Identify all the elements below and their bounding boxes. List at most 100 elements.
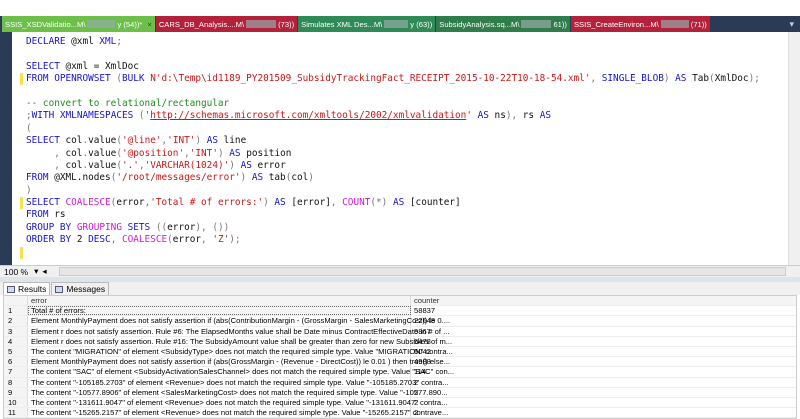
- row-number[interactable]: 7: [4, 367, 28, 377]
- table-row[interactable]: 7 The content "SAC" of element <SubsidyAc…: [4, 367, 796, 378]
- row-number[interactable]: 6: [4, 357, 28, 367]
- document-tab[interactable]: CARS_DB_Analysis....M\ (73)): [155, 16, 298, 32]
- horizontal-scrollbar[interactable]: [58, 267, 786, 276]
- code-line: [20, 246, 760, 259]
- error-cell[interactable]: Element MonthlyPayment does not satisfy …: [28, 357, 450, 367]
- code-token: ),: [505, 110, 523, 122]
- error-cell[interactable]: The content "MIGRATION" of element <Subs…: [28, 346, 453, 357]
- code-line: FROM rs: [26, 209, 760, 221]
- code-token: 'Total # of errors:': [150, 197, 264, 209]
- table-row[interactable]: 3 Element r does not satisfy assertion. R…: [4, 326, 796, 337]
- code-token: @xml = XmlDoc: [65, 60, 139, 72]
- counter-cell[interactable]: 114: [411, 367, 471, 376]
- column-header-error[interactable]: error: [28, 296, 411, 306]
- code-token: col: [65, 159, 83, 171]
- code-token: XMLNAMESPACES: [59, 110, 139, 122]
- counter-cell[interactable]: 5042: [411, 347, 471, 356]
- document-tab[interactable]: SubsidyAnalysis.sq...M\ 61)): [436, 16, 570, 32]
- column-header-counter[interactable]: counter: [411, 296, 471, 305]
- row-number[interactable]: 8: [4, 377, 28, 387]
- code-token: SELECT: [26, 197, 66, 209]
- code-line: ORDER BY 2 DESC, COALESCE(error, 'Z');: [26, 234, 760, 246]
- error-cell[interactable]: Element MonthlyPayment does not satisfy …: [28, 316, 450, 326]
- code-token: COUNT: [342, 197, 371, 209]
- tab-results[interactable]: Results: [3, 282, 51, 295]
- counter-cell[interactable]: 2: [411, 398, 471, 407]
- sql-code[interactable]: DECLARE @xml XML; SELECT @xml = XmlDoc FRO…: [20, 36, 760, 259]
- row-number-header: [4, 296, 28, 306]
- grid-icon: [7, 285, 15, 293]
- row-number[interactable]: 4: [4, 336, 28, 346]
- code-line: , col.value('@position','INT') AS positi…: [26, 148, 760, 160]
- error-cell[interactable]: The content "-105185.2703" of element <R…: [28, 377, 449, 387]
- change-marker: [20, 73, 23, 86]
- scroll-left-icon[interactable]: ◂: [42, 266, 46, 277]
- query-editor[interactable]: DECLARE @xml XML; SELECT @xml = XmlDoc FRO…: [0, 32, 800, 265]
- counter-cell[interactable]: 2: [411, 388, 471, 397]
- error-cell[interactable]: The content "SAC" of element <SubsidyAct…: [28, 367, 454, 377]
- document-tab[interactable]: SSIS_CreateEnviron...M\ (71)): [570, 16, 710, 32]
- tab-suffix: (71)): [690, 19, 707, 29]
- table-row[interactable]: 5 The content "MIGRATION" of element <Sub…: [4, 346, 796, 358]
- zoom-select[interactable]: 100 %: [4, 267, 28, 277]
- counter-cell[interactable]: 2: [411, 378, 471, 387]
- tab-suffix: y (63)): [410, 19, 433, 29]
- counter-cell[interactable]: 9867: [411, 327, 471, 336]
- code-token: ((: [155, 221, 168, 233]
- code-token: error: [167, 221, 196, 233]
- code-line: , col.value('.','VARCHAR(1024)') AS erro…: [26, 160, 760, 172]
- table-row[interactable]: 1 Total # of errors: 58837: [4, 306, 796, 317]
- code-line: ): [26, 185, 760, 197]
- row-number[interactable]: 10: [4, 397, 28, 408]
- code-token: (: [26, 122, 32, 134]
- error-cell[interactable]: Element r does not satisfy assertion. Ru…: [28, 326, 449, 336]
- row-number[interactable]: 3: [4, 326, 28, 336]
- results-grid[interactable]: error counter 1 Total # of errors: 58837 2 E…: [3, 295, 797, 419]
- code-token: SINGLE_BLOB: [601, 73, 664, 85]
- close-icon[interactable]: ×: [147, 20, 151, 29]
- tab-messages[interactable]: Messages: [51, 282, 110, 295]
- row-number[interactable]: 11: [4, 408, 28, 418]
- code-token: value: [88, 135, 117, 147]
- counter-cell[interactable]: 5478: [411, 337, 471, 346]
- code-token: DESC: [88, 234, 111, 246]
- code-token: ): [263, 197, 275, 209]
- code-token: COALESCE: [121, 234, 168, 246]
- counter-cell[interactable]: 4988: [411, 357, 471, 366]
- table-row[interactable]: 6 Element MonthlyPayment does not satisfy…: [4, 357, 796, 368]
- table-row[interactable]: 10 The content "-131611.9047" of element …: [4, 397, 796, 409]
- code-line: -- convert to relational/rectangular: [26, 98, 760, 110]
- row-number[interactable]: 2: [4, 316, 28, 326]
- code-token: position: [246, 147, 292, 159]
- table-row[interactable]: 9 The content "-10577.8906" of element <S…: [4, 387, 796, 398]
- row-number[interactable]: 9: [4, 387, 28, 397]
- code-token: 'Z': [212, 234, 230, 246]
- error-cell[interactable]: The content "-10577.8906" of element <Sa…: [28, 387, 448, 397]
- counter-cell[interactable]: 2: [411, 408, 471, 417]
- table-row[interactable]: 2 Element MonthlyPayment does not satisfy…: [4, 316, 796, 327]
- counter-cell[interactable]: 22648: [411, 316, 471, 325]
- error-cell[interactable]: Total # of errors:: [28, 306, 411, 316]
- table-row[interactable]: 11 The content "-15265.2157" of element <…: [4, 408, 796, 419]
- table-row[interactable]: 4 Element r does not satisfy assertion. R…: [4, 336, 796, 347]
- code-token: '@line': [122, 135, 162, 147]
- tab-label: SSIS_XSDValidatio...M\: [5, 19, 86, 29]
- table-row[interactable]: 8 The content "-105185.2703" of element <…: [4, 377, 796, 388]
- vertical-scrollbar[interactable]: [788, 32, 800, 265]
- row-number[interactable]: 1: [4, 306, 28, 316]
- counter-cell[interactable]: 58837: [411, 306, 471, 315]
- document-tab[interactable]: SSIS_XSDValidatio...M\ y (54))* ×: [2, 16, 155, 32]
- dropdown-arrow-icon[interactable]: ▾: [789, 16, 794, 32]
- document-tab[interactable]: Simulates XML Des...M\ y (63)): [298, 16, 436, 32]
- error-cell[interactable]: The content "-131611.9047" of element <R…: [28, 397, 447, 408]
- code-token: AS: [675, 73, 693, 85]
- document-tab-bar: SSIS_XSDValidatio...M\ y (54))* × CARS_DB_A…: [0, 16, 800, 32]
- code-token: '.': [122, 159, 139, 171]
- change-marker: [20, 197, 23, 210]
- chevron-down-icon[interactable]: ▾: [34, 266, 38, 277]
- code-token: SETS: [127, 221, 156, 233]
- error-cell[interactable]: Element r does not satisfy assertion. Ru…: [28, 336, 452, 346]
- row-number[interactable]: 5: [4, 346, 28, 357]
- error-cell[interactable]: The content "-15265.2157" of element <Re…: [28, 408, 448, 418]
